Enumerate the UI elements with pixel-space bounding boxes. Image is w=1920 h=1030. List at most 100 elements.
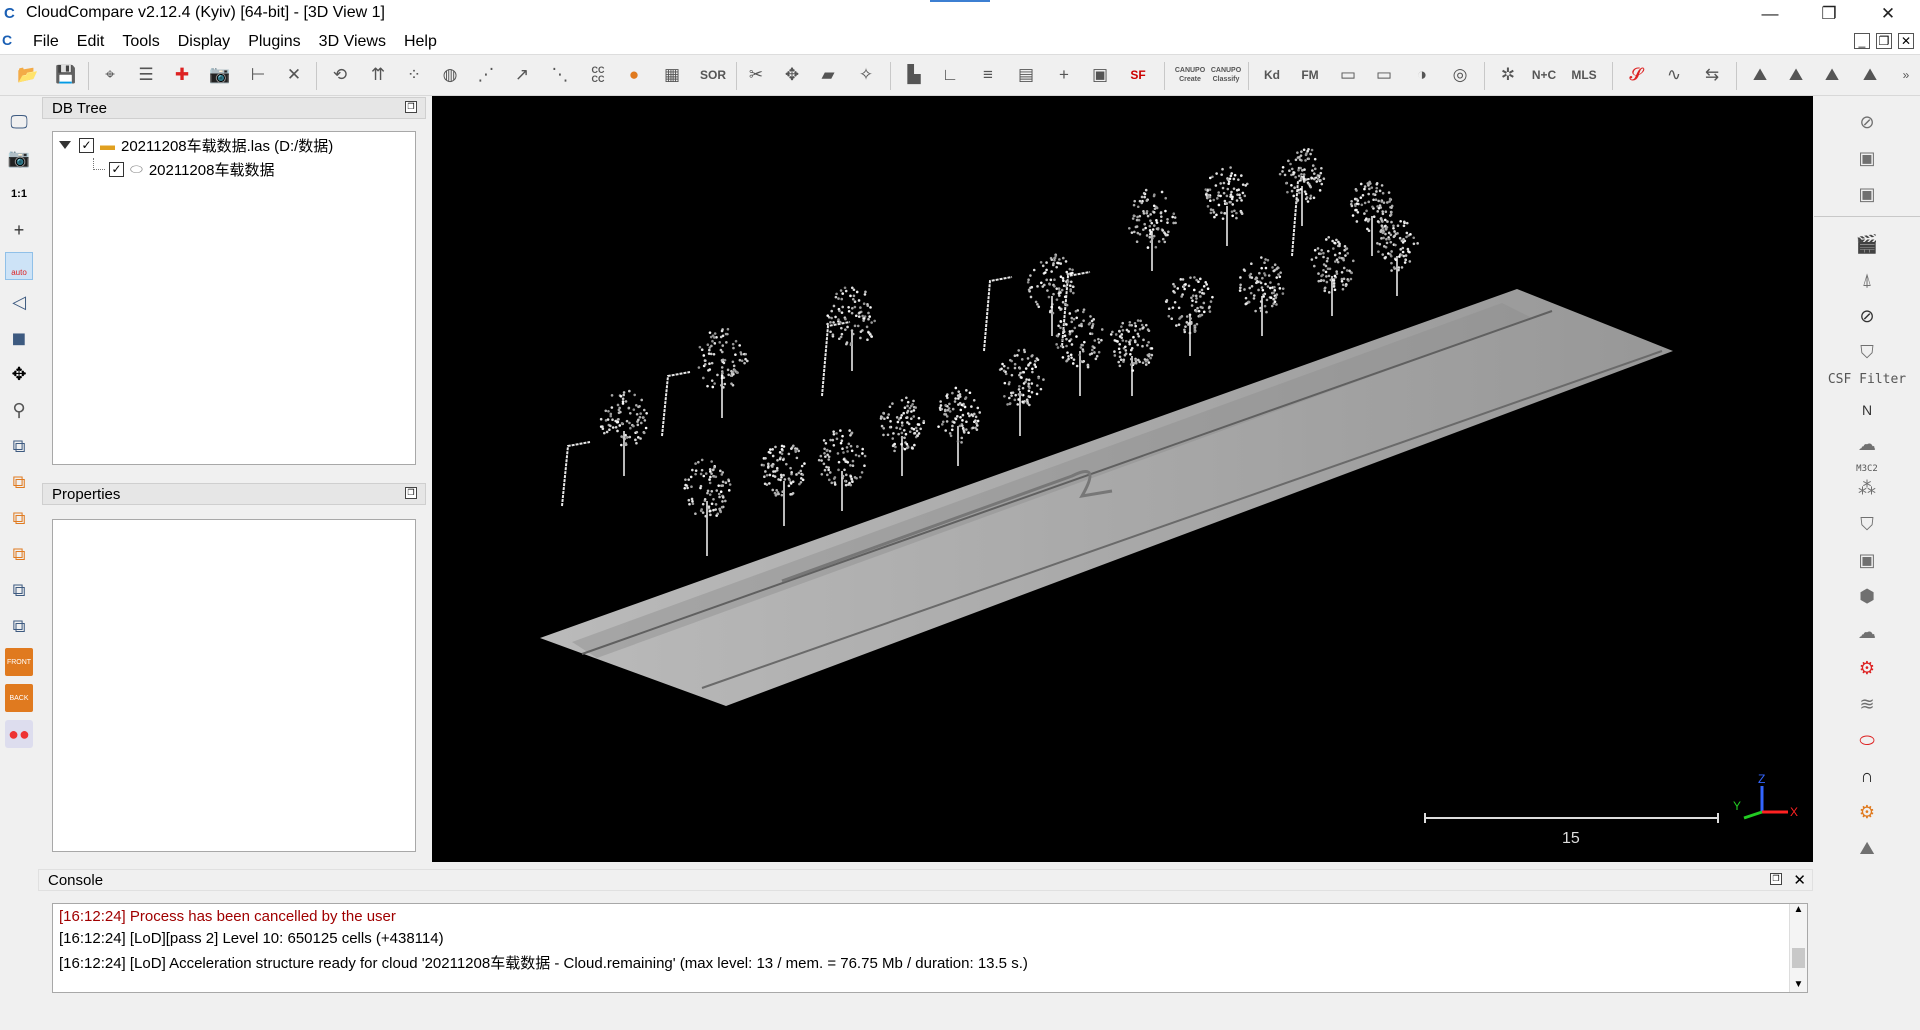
terrain-icon-1[interactable]: ⛰ <box>1746 61 1774 89</box>
mls-button[interactable]: MLS <box>1570 61 1598 89</box>
right-view-icon[interactable]: ⧉ <box>5 576 33 604</box>
rotation-center-icon[interactable]: + <box>5 216 33 244</box>
back-face-view-icon[interactable]: ⧉ <box>5 540 33 568</box>
restore-button[interactable]: ❐ <box>1800 0 1858 28</box>
menu-display[interactable]: Display <box>169 28 239 55</box>
top-view-icon[interactable]: ⧉ <box>5 432 33 460</box>
scissors-icon[interactable]: ✂ <box>742 61 770 89</box>
scroll-thumb[interactable] <box>1792 948 1805 968</box>
add-sf-icon[interactable]: + <box>1050 61 1078 89</box>
close-button[interactable]: ✕ <box>1859 0 1917 28</box>
menu-3d-views[interactable]: 3D Views <box>310 28 395 55</box>
ransac-icon[interactable]: ☁ <box>1852 618 1882 646</box>
gradient-icon[interactable]: ∟ <box>936 61 964 89</box>
list-icon[interactable]: ☰ <box>132 61 160 89</box>
ssao-icon[interactable]: ▣ <box>1852 180 1882 208</box>
sf-filter-icon[interactable]: ≡ <box>974 61 1002 89</box>
pcv-icon[interactable]: ▣ <box>1852 546 1882 574</box>
edl-icon[interactable]: ▣ <box>1852 144 1882 172</box>
subsample-icon[interactable]: ⁘ <box>400 61 428 89</box>
db-tree-float-button[interactable]: ❐ <box>405 101 417 113</box>
menu-file[interactable]: File <box>24 28 68 55</box>
console-float-button[interactable]: ❐ <box>1770 873 1782 885</box>
point-picking-icon[interactable]: ⌖ <box>96 61 124 89</box>
3d-view[interactable]: 15 Z X Y <box>432 96 1813 862</box>
sf-table-icon[interactable]: ▤ <box>1012 61 1040 89</box>
no-entry-icon[interactable]: ⊘ <box>1852 108 1882 136</box>
fire-icon[interactable]: ● <box>620 61 648 89</box>
tools-icon[interactable]: ✧ <box>852 61 880 89</box>
cut-icon[interactable]: 𝓢 <box>1622 61 1650 89</box>
expand-arrow-icon[interactable] <box>59 141 71 149</box>
canupo-create-button[interactable]: CANUPO Create <box>1174 61 1206 89</box>
scatter-icon[interactable]: ⋰ <box>472 61 500 89</box>
screenshot-camera-icon[interactable]: 📷 <box>5 144 33 172</box>
menu-tools[interactable]: Tools <box>113 28 168 55</box>
console-scrollbar[interactable]: ▲ ▼ <box>1789 904 1807 992</box>
histogram-icon[interactable]: ▙ <box>900 61 928 89</box>
globe-icon[interactable]: ◎ <box>1446 61 1474 89</box>
mdi-close-button[interactable]: ✕ <box>1898 33 1914 49</box>
mesh-icon[interactable]: ▭ <box>1370 61 1398 89</box>
align-icon[interactable]: ⇆ <box>1698 61 1726 89</box>
sample-arrow-icon[interactable]: ↗ <box>508 61 536 89</box>
m3c2-icon[interactable]: ⁂ <box>1852 474 1882 502</box>
front-face-view-icon[interactable]: ⧉ <box>5 468 33 496</box>
back-iso-view-button[interactable]: BACK <box>5 684 33 712</box>
layers-icon[interactable]: ≋ <box>1852 690 1882 718</box>
console-close-button[interactable]: ✕ <box>1793 870 1806 892</box>
gear-icon[interactable]: ⚙ <box>1852 654 1882 682</box>
pick-rotation-center-icon[interactable]: ✚ <box>168 61 196 89</box>
left-view-icon[interactable]: ⧉ <box>5 504 33 532</box>
menu-help[interactable]: Help <box>395 28 446 55</box>
properties-float-button[interactable]: ❐ <box>405 487 417 499</box>
checker-icon[interactable]: ▦ <box>658 61 686 89</box>
sor-button[interactable]: SOR <box>696 61 730 89</box>
point-cloud-render[interactable]: 15 Z X Y <box>432 96 1813 862</box>
csf-filter-label[interactable]: CSF Filter <box>1824 372 1910 387</box>
stereo-mode-icon[interactable]: ●● <box>5 720 33 748</box>
auto-pick-rotation-button[interactable]: auto <box>5 252 33 280</box>
tree-item-checkbox[interactable]: ✓ <box>79 137 94 153</box>
csf-shield-icon[interactable]: ⛉ <box>1852 338 1882 366</box>
tree-item-cloud[interactable]: ✓ ⬭ 20211208车载数据 <box>93 158 274 180</box>
delete-icon[interactable]: ✕ <box>280 61 308 89</box>
calculator-icon[interactable]: ▣ <box>1086 61 1114 89</box>
save-icon[interactable]: 💾 <box>52 61 80 89</box>
perspective-icon[interactable]: ◁ <box>5 288 33 316</box>
tree-item-file[interactable]: ✓ ▬ 20211208车载数据.las (D:/数据) <box>59 134 333 156</box>
normals-icon[interactable]: ⇈ <box>364 61 392 89</box>
puzzle-icon[interactable]: ✲ <box>1494 61 1522 89</box>
terrain-icon-4[interactable]: ⛰ <box>1856 61 1884 89</box>
fm-button[interactable]: FM <box>1296 61 1324 89</box>
open-file-icon[interactable]: 📂 <box>14 61 42 89</box>
terrain-icon-2[interactable]: ⛰ <box>1782 61 1810 89</box>
menu-plugins[interactable]: Plugins <box>239 28 309 55</box>
mdi-minimize-button[interactable]: _ <box>1854 33 1870 49</box>
scroll-up-arrow-icon[interactable]: ▲ <box>1790 904 1807 915</box>
merge-icon[interactable]: ⟲ <box>326 61 354 89</box>
export-icon[interactable]: ▭ <box>1334 61 1362 89</box>
zoom-icon[interactable]: ⚲ <box>5 396 33 424</box>
canupo-classify-button[interactable]: CANUPO Classify <box>1210 61 1242 89</box>
plane-icon[interactable]: ▰ <box>814 61 842 89</box>
tree-item-checkbox[interactable]: ✓ <box>109 161 124 177</box>
full-screen-icon[interactable]: 🖵 <box>5 108 33 136</box>
front-iso-view-button[interactable]: FRONT <box>5 648 33 676</box>
sphere-icon[interactable]: ◍ <box>436 61 464 89</box>
minimize-button[interactable]: — <box>1741 0 1799 28</box>
hpr-icon[interactable]: ☁ <box>1852 430 1882 458</box>
segment-icon[interactable]: ⊢ <box>244 61 272 89</box>
cube-view-icon[interactable]: ◼ <box>5 324 33 352</box>
toolbar-overflow-icon[interactable]: » <box>1892 61 1920 89</box>
kd-button[interactable]: Kd <box>1258 61 1286 89</box>
animation-icon[interactable]: ⚙ <box>1852 798 1882 826</box>
translate-icon[interactable]: ✥ <box>778 61 806 89</box>
compass-icon[interactable]: ⊘ <box>1852 302 1882 330</box>
mdi-restore-button[interactable]: ❐ <box>1876 33 1892 49</box>
shade-icon[interactable]: ◑ <box>1408 61 1436 89</box>
arch-icon[interactable]: ∩ <box>1852 762 1882 790</box>
menu-edit[interactable]: Edit <box>68 28 114 55</box>
zoom-1-1-button[interactable]: 1:1 <box>5 180 33 208</box>
nc-button[interactable]: N+C <box>1530 61 1558 89</box>
